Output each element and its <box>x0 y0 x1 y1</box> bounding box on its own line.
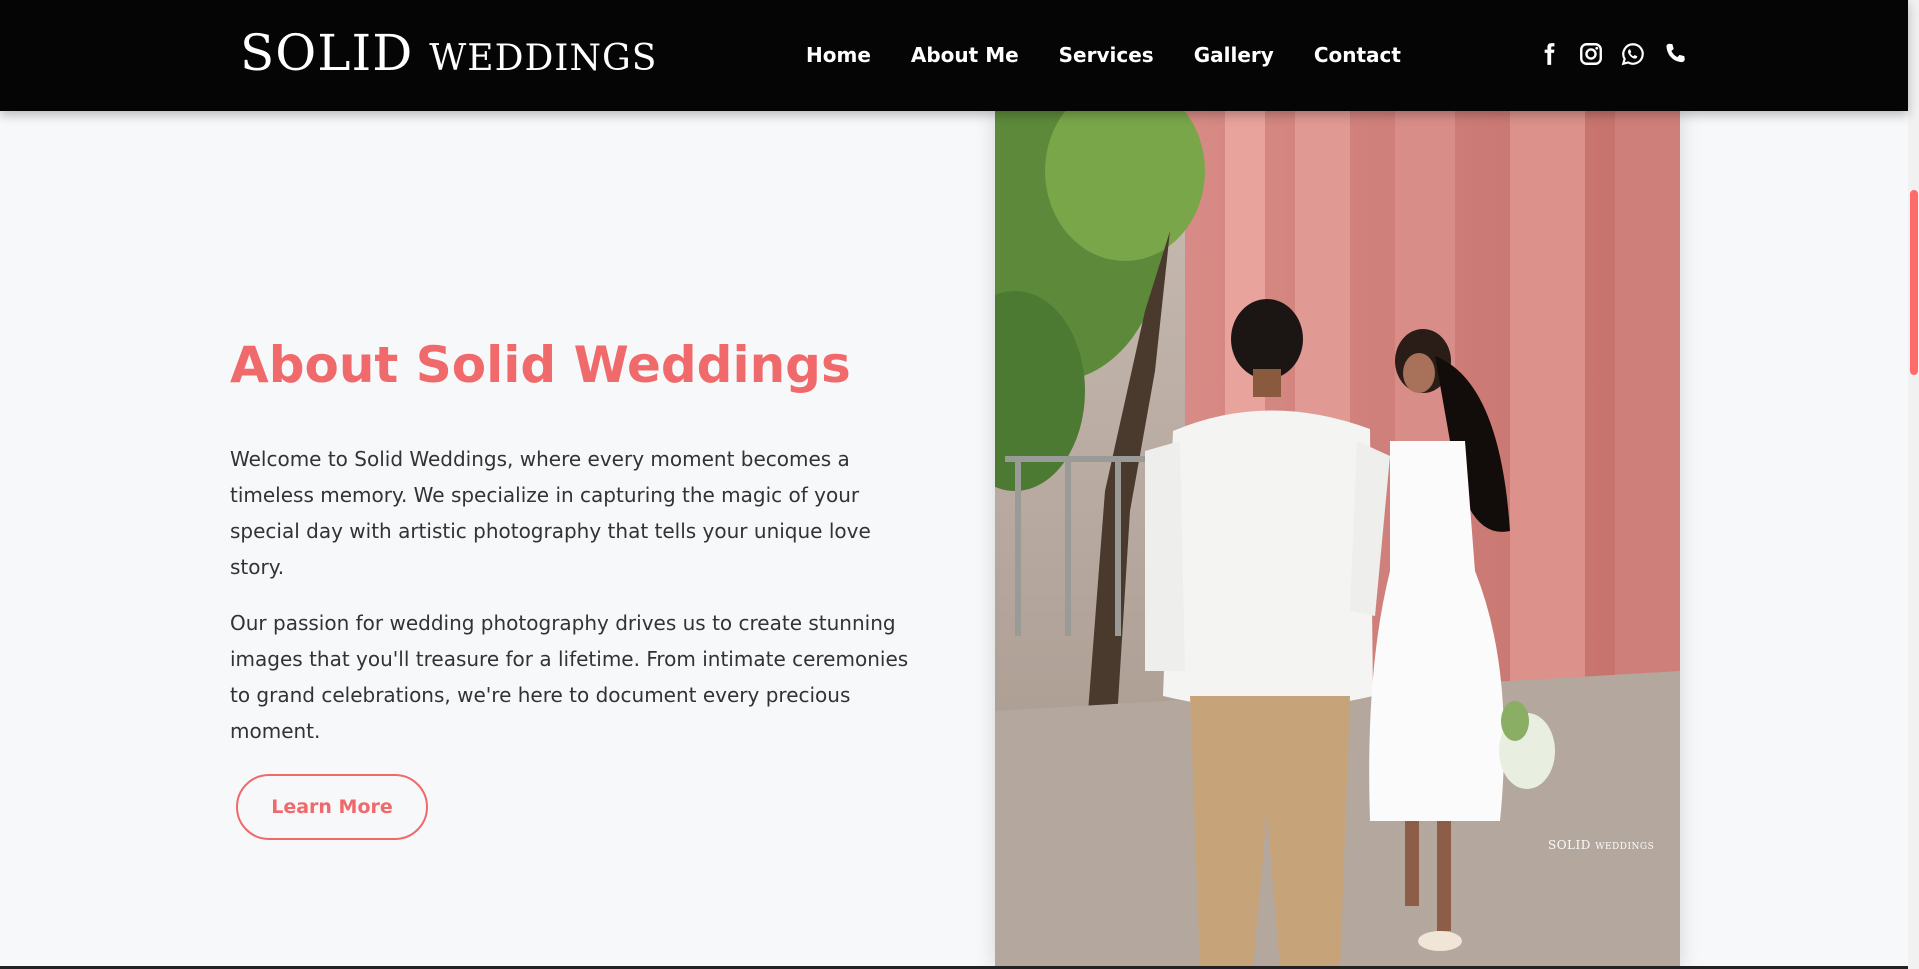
site-header: SOLID WEDDINGS Home About Me Services Ga… <box>0 0 1908 111</box>
about-title: About Solid Weddings <box>230 336 851 394</box>
site-logo[interactable]: SOLID WEDDINGS <box>240 24 657 84</box>
nav-about-me[interactable]: About Me <box>911 43 1019 67</box>
page-scrollbar[interactable] <box>1908 0 1919 969</box>
logo-main-text: SOLID <box>240 24 414 82</box>
about-paragraph-1: Welcome to Solid Weddings, where every m… <box>230 447 871 579</box>
watermark-sub: WEDDINGS <box>1595 842 1655 852</box>
logo-sub-text: WEDDINGS <box>429 38 658 79</box>
whatsapp-icon[interactable] <box>1619 40 1647 68</box>
photo-watermark: SOLID WEDDINGS <box>1548 838 1654 852</box>
watermark-main: SOLID <box>1548 838 1591 852</box>
nav-gallery[interactable]: Gallery <box>1194 43 1274 67</box>
couple-photo: SOLID WEDDINGS <box>995 111 1680 969</box>
main-nav: Home About Me Services Gallery Contact <box>806 40 1401 70</box>
nav-home[interactable]: Home <box>806 43 871 67</box>
scrollbar-thumb[interactable] <box>1910 190 1918 375</box>
facebook-icon[interactable] <box>1535 40 1563 68</box>
phone-icon[interactable] <box>1661 40 1689 68</box>
learn-more-button[interactable]: Learn More <box>236 774 428 840</box>
nav-services[interactable]: Services <box>1059 43 1154 67</box>
about-paragraph-2: Our passion for wedding photography driv… <box>230 611 909 743</box>
nav-contact[interactable]: Contact <box>1314 43 1401 67</box>
instagram-icon[interactable] <box>1577 40 1605 68</box>
social-links <box>1535 38 1689 70</box>
